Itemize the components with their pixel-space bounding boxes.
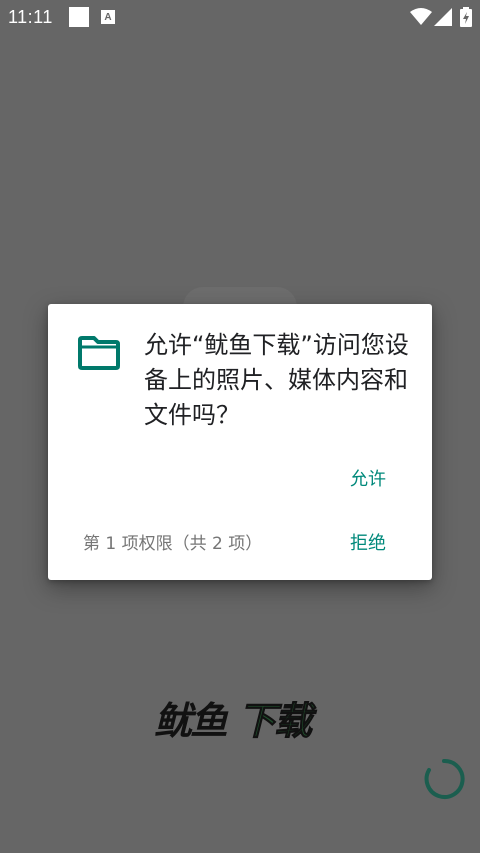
- signal-icon: [434, 8, 452, 26]
- folder-icon: [78, 336, 120, 370]
- battery-icon: [460, 7, 472, 27]
- status-time: 11:11: [8, 7, 53, 27]
- status-bar: 11:11 A: [0, 0, 480, 34]
- dialog-message: 允许“鱿鱼下载”访问您设备上的照片、媒体内容和文件吗？: [144, 331, 409, 429]
- logo-text-left: 鱿鱼: [154, 699, 228, 743]
- permission-dialog: 允许“鱿鱼下载”访问您设备上的照片、媒体内容和文件吗？ 允许 第 1 项权限（共…: [48, 304, 432, 580]
- deny-button[interactable]: 拒绝: [338, 528, 398, 560]
- a-notification-icon: A: [101, 10, 115, 24]
- permission-counter: 第 1 项权限（共 2 项）: [83, 534, 263, 554]
- logo-text-right: 下载: [237, 699, 312, 744]
- wifi-icon: [410, 8, 432, 25]
- square-notification-icon: [69, 7, 89, 27]
- allow-button[interactable]: 允许: [338, 464, 398, 496]
- app-logo: 鱿鱼 下载: [154, 696, 332, 746]
- loading-spinner-icon: [424, 758, 465, 799]
